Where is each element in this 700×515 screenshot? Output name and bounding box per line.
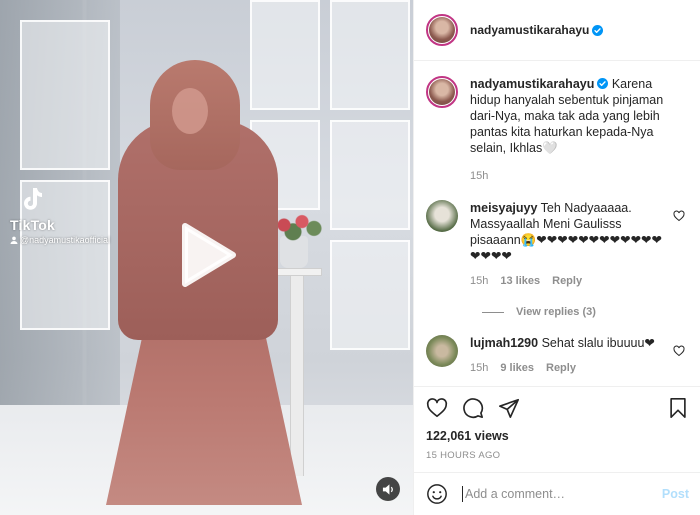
mute-button[interactable] — [376, 477, 400, 501]
view-replies-label: View replies (3) — [516, 306, 596, 318]
comment-reply-button[interactable]: Reply — [546, 360, 576, 376]
caption: nadyamustikarahayu Karena hidup hanyalah… — [426, 76, 685, 184]
comment-username[interactable]: meisyajuyy — [470, 201, 537, 215]
avatar-image — [429, 17, 455, 43]
emoji-icon[interactable] — [426, 483, 448, 505]
post-comment-button[interactable]: Post — [662, 487, 689, 501]
comment-like-heart-icon[interactable] — [673, 345, 685, 357]
caption-text-block: nadyamustikarahayu Karena hidup hanyalah… — [470, 76, 685, 156]
caption-avatar[interactable] — [426, 76, 458, 108]
comment-username[interactable]: lujmah1290 — [470, 336, 538, 350]
post-timestamp[interactable]: 15 HOURS AGO — [426, 450, 689, 461]
view-count[interactable]: 122,061 views — [426, 429, 689, 443]
comment-reply-button[interactable]: Reply — [552, 273, 582, 289]
verified-badge-icon — [592, 24, 604, 36]
comment-like-heart-icon[interactable] — [673, 210, 685, 222]
tiktok-watermark: TikTok @nadyamustikaofficial — [10, 186, 110, 245]
comments-list[interactable]: nadyamustikarahayu Karena hidup hanyalah… — [414, 62, 700, 386]
window-pane — [20, 20, 110, 170]
volume-icon — [382, 483, 393, 495]
caption-meta: 15h — [470, 168, 685, 184]
figure-face — [172, 88, 208, 134]
tiktok-handle-text: @nadyamustikaofficial — [20, 235, 111, 245]
play-icon[interactable] — [177, 222, 237, 288]
author-username[interactable]: nadyamustikarahayu — [470, 23, 589, 37]
comment-time[interactable]: 15h — [470, 360, 488, 376]
replies-divider — [482, 311, 504, 313]
commenter-avatar[interactable] — [426, 200, 458, 232]
comment-meta: 15h 13 likes Reply — [470, 273, 667, 289]
instagram-post: TikTok @nadyamustikaofficial nadyamustik… — [0, 0, 700, 515]
comment-item: lujmah1290 Sehat slalu ibuuuu❤ 15h 9 lik… — [426, 335, 685, 376]
side-table-leg — [290, 276, 304, 476]
comment-body: meisyajuyy Teh Nadyaaaaa. Massyaallah Me… — [470, 200, 667, 289]
view-replies-button[interactable]: View replies (3) — [482, 306, 685, 318]
action-icons — [426, 395, 689, 421]
like-heart-icon[interactable] — [426, 397, 448, 419]
post-header: nadyamustikarahayu — [414, 0, 700, 61]
comment-input[interactable] — [462, 486, 654, 502]
comment-time[interactable]: 15h — [470, 273, 488, 289]
tiktok-handle: @nadyamustikaofficial — [10, 235, 110, 245]
caption-body: nadyamustikarahayu Karena hidup hanyalah… — [470, 76, 685, 184]
verified-badge-icon — [597, 78, 609, 89]
post-sidebar: nadyamustikarahayu nadyamustikarahayu Ka… — [413, 0, 700, 515]
avatar-image — [429, 79, 455, 105]
comment-body: lujmah1290 Sehat slalu ibuuuu❤ 15h 9 lik… — [470, 335, 667, 376]
caption-username[interactable]: nadyamustikarahayu — [470, 77, 594, 91]
post-video[interactable]: TikTok @nadyamustikaofficial — [0, 0, 413, 515]
comment-likes[interactable]: 13 likes — [500, 273, 540, 289]
comment-bubble-icon[interactable] — [462, 397, 484, 419]
caption-time[interactable]: 15h — [470, 168, 488, 184]
commenter-avatar[interactable] — [426, 335, 458, 367]
comment-text: Sehat slalu ibuuuu❤ — [541, 336, 655, 350]
post-actions: 122,061 views 15 HOURS AGO — [414, 386, 700, 474]
comment-composer: Post — [414, 472, 700, 515]
window-pane — [330, 0, 410, 110]
window-pane — [330, 240, 410, 350]
author-avatar[interactable] — [426, 14, 458, 46]
comment-item: meisyajuyy Teh Nadyaaaaa. Massyaallah Me… — [426, 200, 685, 289]
comment-likes[interactable]: 9 likes — [500, 360, 534, 376]
person-icon — [10, 236, 18, 244]
window-pane — [250, 0, 320, 110]
share-paper-plane-icon[interactable] — [498, 397, 520, 419]
tiktok-logo-icon — [24, 188, 42, 210]
comment-meta: 15h 9 likes Reply — [470, 360, 667, 376]
comment-text-block: lujmah1290 Sehat slalu ibuuuu❤ — [470, 335, 667, 351]
comment-text-block: meisyajuyy Teh Nadyaaaaa. Massyaallah Me… — [470, 200, 667, 264]
window-pane — [330, 120, 410, 230]
bookmark-icon[interactable] — [667, 397, 689, 419]
tiktok-brand-text: TikTok — [10, 217, 56, 233]
